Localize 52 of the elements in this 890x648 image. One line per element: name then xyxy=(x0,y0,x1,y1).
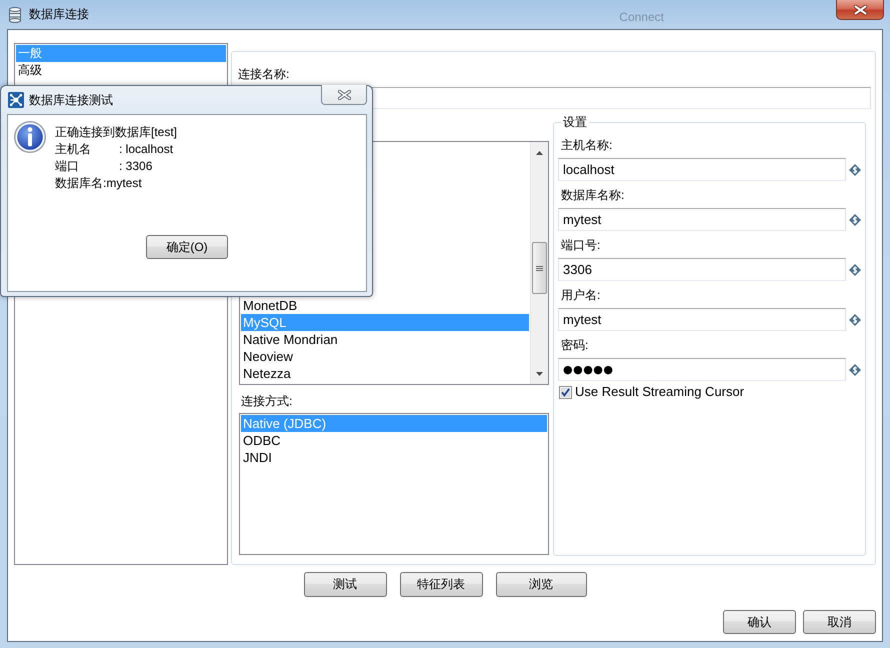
message-line: 正确连接到数据库[test] xyxy=(55,124,178,141)
test-button[interactable]: 测试 xyxy=(304,572,386,597)
down-arrow-icon[interactable] xyxy=(536,372,543,376)
window-title: 数据库连接 xyxy=(29,6,89,23)
dollar-diamond-icon xyxy=(849,214,861,226)
text-field[interactable]: localhost xyxy=(558,158,846,181)
dollar-diamond-icon xyxy=(849,164,861,176)
ok-button[interactable]: 确定(O) xyxy=(146,235,228,259)
message-line: 主机名 : localhost xyxy=(55,141,174,158)
field-label: 连接方式: xyxy=(240,393,292,409)
info-icon xyxy=(14,121,46,153)
list-item[interactable]: JNDI xyxy=(241,449,547,466)
dialog-title: 数据库连接测试 xyxy=(29,92,113,108)
scrollbar-thumb[interactable] xyxy=(532,242,547,294)
field-label: 数据库名称: xyxy=(560,187,624,203)
text-field[interactable]: mytest xyxy=(558,208,846,231)
list-item[interactable]: MonetDB xyxy=(241,297,529,314)
close-icon xyxy=(854,4,866,14)
group-title: 设置 xyxy=(562,114,588,130)
field-label: 密码: xyxy=(560,337,588,353)
database-icon xyxy=(9,6,21,22)
list-item[interactable]: Netezza xyxy=(241,365,529,382)
dollar-diamond-icon xyxy=(849,314,861,326)
background-window-title: Connect xyxy=(619,10,664,24)
close-button[interactable] xyxy=(836,0,884,20)
message-line: 数据库名:mytest xyxy=(55,175,143,192)
sidebar-item[interactable]: 高级 xyxy=(16,62,226,79)
grip-icon xyxy=(536,266,543,270)
dollar-diamond-icon xyxy=(849,364,861,376)
dollar-diamond-icon xyxy=(849,264,861,276)
close-icon xyxy=(338,90,350,100)
field-label: 用户名: xyxy=(560,287,600,303)
nodes-icon xyxy=(8,92,24,108)
up-arrow-icon[interactable] xyxy=(536,151,543,155)
feature-list-button[interactable]: 特征列表 xyxy=(400,572,482,597)
checkbox-label: Use Result Streaming Cursor xyxy=(575,384,744,400)
field-label: 连接名称: xyxy=(237,66,290,82)
list-item[interactable]: Native Mondrian xyxy=(241,331,529,348)
list-item[interactable]: ODBC xyxy=(241,432,547,449)
cancel-button[interactable]: 取消 xyxy=(803,610,876,634)
field-label: 主机名称: xyxy=(560,137,612,153)
password-field[interactable]: ●●●●● xyxy=(558,358,846,381)
checkbox[interactable] xyxy=(559,386,572,398)
list-item[interactable]: Neoview xyxy=(241,348,529,365)
browse-button[interactable]: 浏览 xyxy=(496,572,586,597)
text-field[interactable]: 3306 xyxy=(558,258,846,281)
scrollbar[interactable] xyxy=(530,142,548,384)
text-field[interactable]: mytest xyxy=(558,308,846,331)
confirm-button[interactable]: 确认 xyxy=(723,610,796,634)
message-line: 端口 : 3306 xyxy=(55,158,154,175)
field-label: 端口号: xyxy=(560,237,600,253)
close-button[interactable] xyxy=(321,85,367,105)
